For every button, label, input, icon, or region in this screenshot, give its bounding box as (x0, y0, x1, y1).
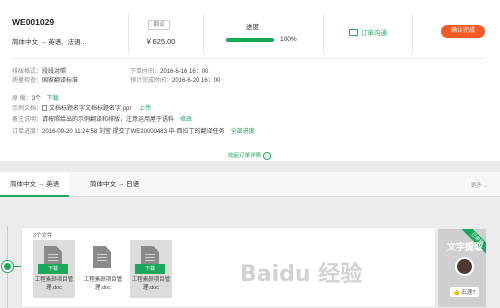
more-dropdown[interactable]: 更多 ⌄ (471, 181, 488, 189)
order-languages: 简体中文 → 英语、法语... (12, 39, 87, 46)
language-tabs: 简体中文 → 英语 简体中文 → 日语 (0, 172, 500, 197)
progress-fill (226, 38, 274, 42)
all-progress-link[interactable]: 全部进度 (231, 129, 255, 135)
order-chat-link[interactable]: 订单沟通 (349, 27, 387, 37)
watermark-text: 文字提取 (447, 242, 484, 252)
file-item[interactable]: 工程素颜项目管理.doc (82, 240, 124, 298)
progress-percent: 100% (280, 36, 297, 43)
file-name: 工程素颜项目管理.doc (83, 277, 123, 291)
confirm-complete-button[interactable]: 确认完成 (441, 25, 485, 38)
chat-icon (349, 29, 358, 36)
document-icon (93, 246, 111, 268)
avatar[interactable] (455, 257, 474, 276)
due-time-label: 预计完成时间： (130, 78, 173, 84)
file-item[interactable]: 下载 工程素颜项目管理.doc (130, 240, 172, 298)
divider (412, 14, 413, 54)
timeline-node (2, 261, 13, 272)
collapse-details-button[interactable]: 收起订单详情 ︿ (228, 151, 272, 160)
watermark-logo: Baidu 经验 (240, 262, 363, 287)
tab-zh-ja[interactable]: 简体中文 → 日语 (80, 172, 149, 197)
file-name: 工程素颜项目管理.doc (131, 277, 171, 291)
divider (203, 14, 204, 54)
sample-upload-link[interactable]: 上传 (139, 106, 151, 112)
divider (128, 14, 129, 54)
original-download-link[interactable]: 下载 (47, 96, 59, 102)
file-download-button[interactable]: 下载 (38, 264, 68, 274)
original-label: 原 稿： (12, 96, 32, 102)
service-badge: 翻译 (148, 20, 170, 30)
collapse-label: 收起订单详情 (228, 153, 262, 159)
divider (12, 58, 486, 59)
notes-value: 请按照给出的示例翻译和排版，注意运用屋于语料 (42, 117, 175, 123)
progress-label: 进度 (246, 24, 259, 31)
more-label: 更多 (470, 183, 482, 189)
avatar-name: 👍 石涯T (450, 287, 479, 297)
order-number: WE001029 (12, 17, 55, 27)
chat-label: 订单沟通 (361, 30, 387, 37)
file-icon (42, 105, 48, 111)
notes-label: 备注说明： (12, 117, 43, 123)
chevron-down-icon: ⌄ (483, 183, 488, 189)
tab-zh-en[interactable]: 简体中文 → 英语 (0, 172, 70, 197)
progress-log-label: 订单进度： (12, 129, 43, 135)
sample-file-link[interactable]: 文档标题名字文档标题名字.ppt (49, 106, 131, 112)
file-download-button[interactable]: 下载 (135, 264, 165, 274)
files-count: 3个文件 (33, 233, 53, 239)
file-name: 工程素颜项目管理.doc (34, 277, 74, 291)
order-card: WE001029 简体中文 → 英语、法语... 翻译 ￥625.00 进度 1… (0, 0, 500, 161)
original-value: 3个 (31, 96, 42, 102)
order-price: ￥625.00 (145, 37, 176, 46)
progress-log-value: 2016-09-20 11:24:58 刘莹 提交了WE20000483 中-西… (42, 129, 225, 135)
chevron-up-icon: ︿ (263, 152, 272, 160)
quality-value: 国家翻译标准 (42, 78, 79, 84)
divider (323, 14, 324, 54)
file-item[interactable]: 下载 工程素颜项目管理.doc (33, 240, 75, 298)
notes-edit-link[interactable]: 修改 (180, 117, 192, 123)
quality-label: 质量检查： (12, 78, 43, 84)
due-time-value: 2016-6-20 16：00 (172, 78, 221, 84)
progress-bar (226, 38, 274, 42)
sample-label: 示例文档： (12, 106, 43, 112)
